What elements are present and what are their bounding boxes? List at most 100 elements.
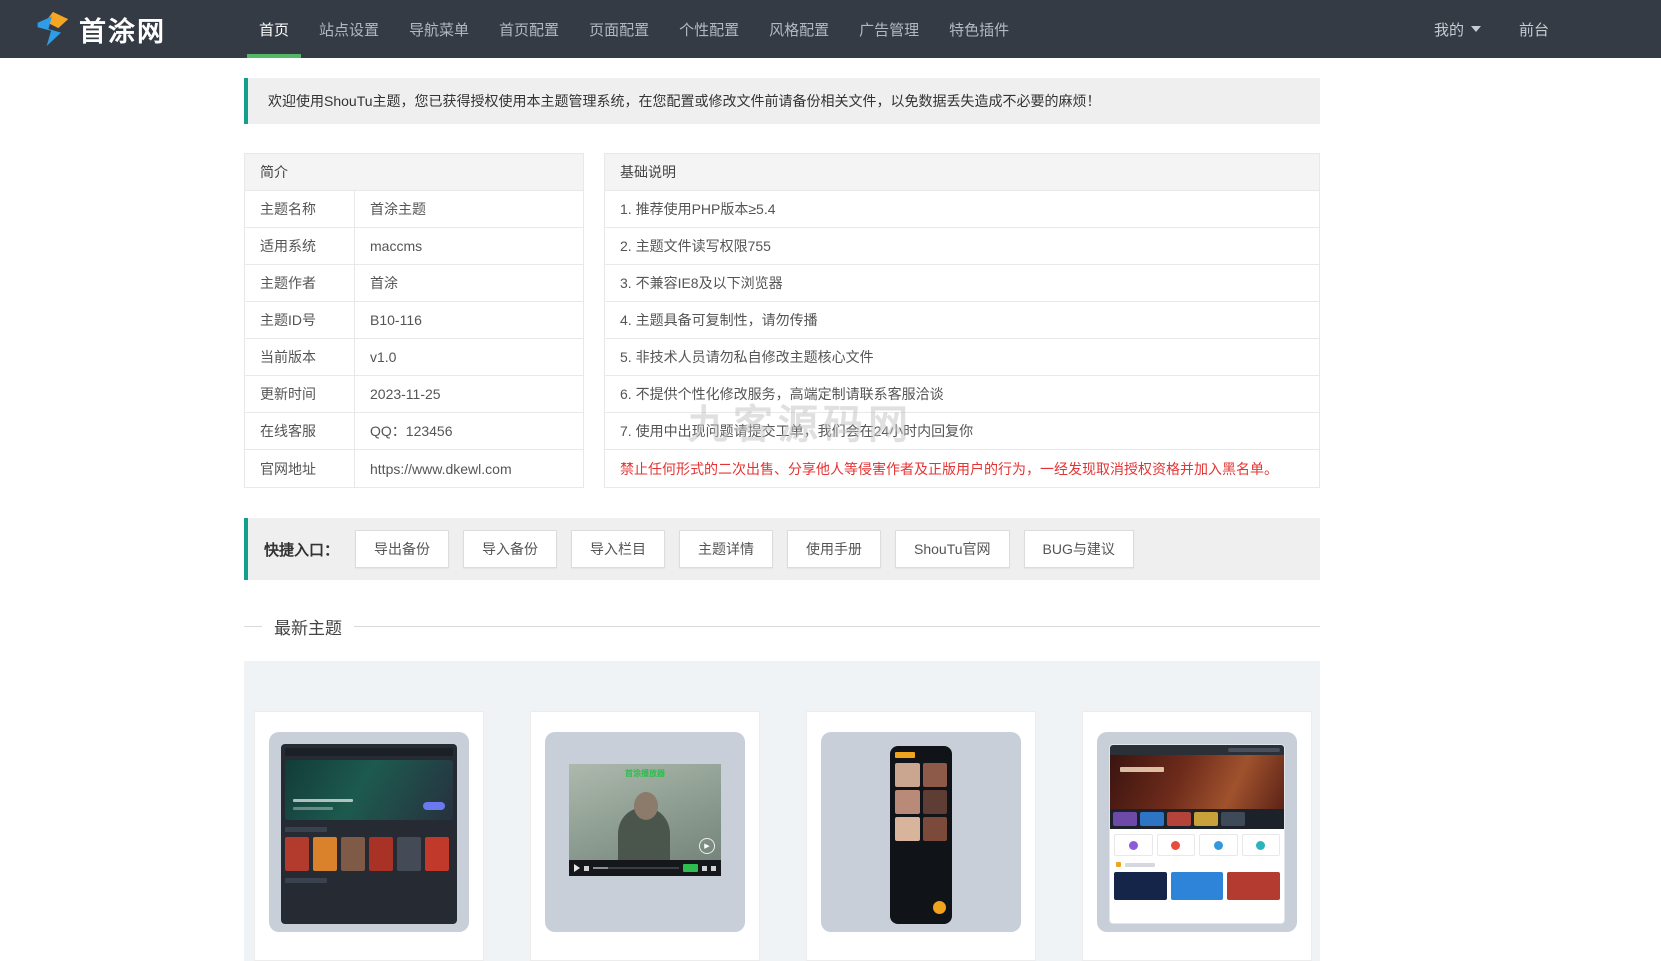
photo-thumb <box>923 763 948 787</box>
volume-icon <box>584 866 589 871</box>
theme-card-desktop-game[interactable] <box>1082 711 1312 961</box>
nav-frontend-link[interactable]: 前台 <box>1519 19 1549 40</box>
intro-table-title: 简介 <box>245 154 583 191</box>
mock-text-line <box>1125 863 1155 867</box>
player-badge-text: 首涂播放器 <box>625 768 665 779</box>
mock-card <box>1199 834 1238 856</box>
quick-entry-bar: 快捷入口： 导出备份 导入备份 导入栏目 主题详情 使用手册 ShouTu官网 … <box>244 518 1320 580</box>
mock-game-banner <box>1110 755 1284 809</box>
theme-details-button[interactable]: 主题详情 <box>679 530 773 568</box>
poster-thumb <box>1194 812 1218 826</box>
row-value: maccms <box>355 228 437 264</box>
logo-icon <box>34 11 70 47</box>
notes-table-title: 基础说明 <box>605 154 1319 191</box>
row-value: 首涂主题 <box>355 191 441 227</box>
poster-thumb <box>1140 812 1164 826</box>
import-columns-button[interactable]: 导入栏目 <box>571 530 665 568</box>
row-label: 主题作者 <box>245 265 355 301</box>
notes-table: 基础说明 1. 推荐使用PHP版本≥5.4 2. 主题文件读写权限755 3. … <box>604 153 1320 488</box>
mock-search-pill <box>1228 748 1280 752</box>
settings-icon <box>702 866 707 871</box>
site-logo[interactable]: 首涂网 <box>34 0 166 58</box>
row-label: 官网地址 <box>245 450 355 487</box>
user-manual-button[interactable]: 使用手册 <box>787 530 881 568</box>
row-value: 首涂 <box>355 265 413 301</box>
play-icon <box>574 864 580 872</box>
mock-text-line <box>293 799 353 802</box>
theme-card-dark-tablet[interactable] <box>254 711 484 961</box>
import-backup-button[interactable]: 导入备份 <box>463 530 557 568</box>
export-backup-button[interactable]: 导出备份 <box>355 530 449 568</box>
nav-item-site-settings[interactable]: 站点设置 <box>304 0 394 58</box>
mock-photo-grid <box>895 763 947 841</box>
bug-suggest-button[interactable]: BUG与建议 <box>1024 530 1134 568</box>
photo-thumb <box>1171 872 1224 900</box>
theme-preview-screenshot <box>890 746 952 924</box>
mock-poster-row <box>285 837 453 871</box>
note-row: 3. 不兼容IE8及以下浏览器 <box>605 265 1319 302</box>
device-frame <box>821 732 1021 932</box>
table-row: 主题作者 首涂 <box>245 265 583 302</box>
note-row: 4. 主题具备可复制性，请勿传播 <box>605 302 1319 339</box>
mock-video-frame: 首涂播放器 ▶ <box>569 764 721 860</box>
nav-item-style-config[interactable]: 风格配置 <box>754 0 844 58</box>
quick-entry-label: 快捷入口： <box>264 539 339 560</box>
nav-item-home[interactable]: 首页 <box>244 0 304 58</box>
nav-item-nav-menu[interactable]: 导航菜单 <box>394 0 484 58</box>
poster-thumb <box>285 837 309 871</box>
mock-green-button <box>683 864 698 872</box>
mock-icon <box>1214 841 1223 850</box>
note-row: 6. 不提供个性化修改服务，高端定制请联系客服洽谈 <box>605 376 1319 413</box>
mock-banner-title <box>1120 767 1164 772</box>
heading-line-left <box>244 626 262 627</box>
mock-player-controls <box>569 860 721 876</box>
row-label: 当前版本 <box>245 339 355 375</box>
row-label: 主题名称 <box>245 191 355 227</box>
nav-item-personal-config[interactable]: 个性配置 <box>664 0 754 58</box>
poster-thumb <box>1167 812 1191 826</box>
shoutu-official-site-button[interactable]: ShouTu官网 <box>895 530 1010 568</box>
progress-bar <box>593 867 679 869</box>
mock-thumb-row <box>1110 870 1284 902</box>
table-row: 主题ID号 B10-116 <box>245 302 583 339</box>
latest-themes-heading: 最新主题 <box>244 614 1320 639</box>
nav-menu: 首页 站点设置 导航菜单 首页配置 页面配置 个性配置 风格配置 广告管理 特色… <box>244 0 1024 58</box>
photo-thumb <box>895 817 920 841</box>
nav-right-group: 我的 前台 <box>1434 0 1549 58</box>
photo-thumb <box>923 817 948 841</box>
note-row: 1. 推荐使用PHP版本≥5.4 <box>605 191 1319 228</box>
play-icon: ▶ <box>699 838 715 854</box>
table-row: 当前版本 v1.0 <box>245 339 583 376</box>
mock-floating-button <box>933 901 946 914</box>
note-row: 7. 使用中出现问题请提交工单，我们会在24小时内回复你 <box>605 413 1319 450</box>
mock-icon <box>1256 841 1265 850</box>
table-row: 适用系统 maccms <box>245 228 583 265</box>
mock-app-logo <box>895 752 915 758</box>
theme-card-video-player[interactable]: 首涂播放器 ▶ <box>530 711 760 961</box>
row-value: 2023-11-25 <box>355 376 456 412</box>
nav-my-dropdown[interactable]: 我的 <box>1434 19 1481 40</box>
note-row: 2. 主题文件读写权限755 <box>605 228 1319 265</box>
nav-item-page-config[interactable]: 页面配置 <box>574 0 664 58</box>
theme-card-mobile[interactable] <box>806 711 1036 961</box>
poster-thumb <box>369 837 393 871</box>
mock-button <box>423 802 445 810</box>
mock-section-header <box>1110 859 1284 870</box>
row-label: 主题ID号 <box>245 302 355 338</box>
device-frame <box>1097 732 1297 932</box>
mock-card <box>1157 834 1196 856</box>
poster-thumb <box>425 837 449 871</box>
mock-icon <box>1129 841 1138 850</box>
device-frame <box>269 732 469 932</box>
table-row: 官网地址 https://www.dkewl.com <box>245 450 583 487</box>
nav-my-label: 我的 <box>1434 19 1464 40</box>
main-content: 欢迎使用ShouTu主题，您已获得授权使用本主题管理系统，在您配置或修改文件前请… <box>244 78 1320 961</box>
photo-thumb <box>923 790 948 814</box>
nav-item-home-config[interactable]: 首页配置 <box>484 0 574 58</box>
mock-card-row <box>1110 829 1284 859</box>
nav-item-plugins[interactable]: 特色插件 <box>934 0 1024 58</box>
nav-item-ad-manage[interactable]: 广告管理 <box>844 0 934 58</box>
mock-topbar <box>285 748 453 756</box>
table-row: 主题名称 首涂主题 <box>245 191 583 228</box>
latest-themes-title: 最新主题 <box>274 614 342 639</box>
